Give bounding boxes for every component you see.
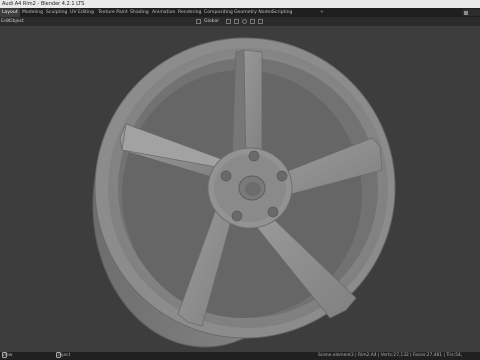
tab-shading[interactable]: Shading — [128, 8, 151, 17]
tab-layout[interactable]: Layout — [0, 8, 20, 17]
view-icon[interactable] — [250, 19, 255, 24]
viewport-header: Edit Object Global — [0, 17, 480, 26]
window-titlebar: Audi A4 Rim2 - Blender 4.2.1 LTS — [0, 0, 480, 8]
tab-texture-paint[interactable]: Texture Paint — [96, 8, 130, 17]
window-title: Audi A4 Rim2 - Blender 4.2.1 LTS — [2, 1, 85, 7]
lug-hole-2 — [276, 170, 288, 182]
tab-animation[interactable]: Animation — [150, 8, 177, 17]
lug-hole-1 — [248, 150, 260, 162]
transform-pivot-icon[interactable] — [226, 19, 231, 24]
status-mid-label: Object — [56, 353, 71, 358]
snap-icon[interactable] — [234, 19, 239, 24]
lug-hole-3 — [267, 206, 279, 218]
center-bore-inner — [245, 182, 261, 196]
add-workspace-button[interactable]: + — [320, 8, 324, 17]
transform-orientation-icon[interactable] — [196, 19, 201, 24]
object-menu[interactable]: Object — [9, 17, 24, 26]
tab-modeling[interactable]: Modeling — [20, 8, 45, 17]
tab-sculpting[interactable]: Sculpting — [44, 8, 69, 17]
proportional-icon[interactable] — [242, 19, 247, 24]
orientation-dropdown[interactable]: Global — [204, 17, 219, 26]
lug-hole-4 — [231, 210, 243, 222]
status-left-label: View — [2, 353, 13, 358]
tab-compositing[interactable]: Compositing — [202, 8, 235, 17]
scene-statistics: Scene.element3 | Rim2.A4 | Verts:27,132 … — [318, 353, 463, 358]
object-mode-icon[interactable] — [258, 19, 263, 24]
status-bar: View Object Scene.element3 | Rim2.A4 | V… — [0, 352, 480, 360]
lug-hole-5 — [220, 170, 232, 182]
tab-uv-editing[interactable]: UV Editing — [68, 8, 96, 17]
wheel-render — [92, 37, 396, 348]
tab-rendering[interactable]: Rendering — [176, 8, 203, 17]
3d-viewport[interactable] — [0, 26, 480, 352]
tab-scripting[interactable]: Scripting — [270, 8, 294, 17]
scene-icon — [464, 10, 468, 15]
tab-geometry-nodes[interactable]: Geometry Nodes — [232, 8, 275, 17]
scene-selector[interactable]: Scene — [462, 9, 480, 22]
workspace-tab-bar: Layout Modeling Sculpting UV Editing Tex… — [0, 8, 480, 22]
